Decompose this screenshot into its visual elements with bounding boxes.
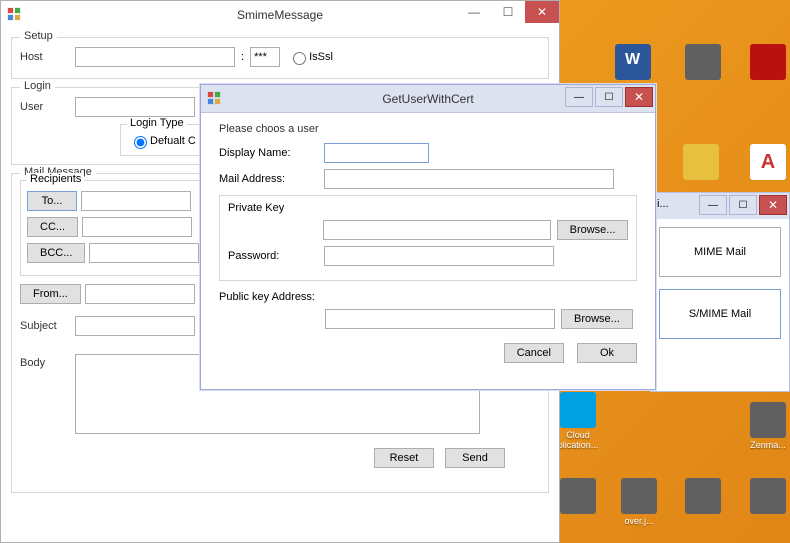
- dlg-close-button[interactable]: ✕: [625, 87, 653, 107]
- body-label: Body: [20, 357, 75, 369]
- rt-minimize-button[interactable]: —: [699, 195, 727, 215]
- public-key-input[interactable]: [325, 309, 555, 329]
- isssl-radio[interactable]: IsSsl: [288, 49, 333, 65]
- smime-mail-button[interactable]: S/MIME Mail: [659, 289, 781, 339]
- dlg-instruction: Please choos a user: [219, 123, 637, 135]
- mail-address-label: Mail Address:: [219, 173, 324, 185]
- public-key-browse-button[interactable]: Browse...: [561, 309, 633, 329]
- right-partial-window: i... — ☐ ✕ MIME Mail S/MIME Mail: [650, 192, 790, 392]
- password-input[interactable]: [324, 246, 554, 266]
- dlg-maximize-button[interactable]: ☐: [595, 87, 623, 107]
- desktop-icon-font[interactable]: A: [745, 144, 790, 182]
- port-input[interactable]: [250, 47, 280, 67]
- host-label: Host: [20, 51, 75, 63]
- bg-titlebar[interactable]: SmimeMessage — ☐ ✕: [1, 1, 559, 29]
- rt-close-button[interactable]: ✕: [759, 195, 787, 215]
- desktop-icon-over[interactable]: over.j...: [616, 478, 662, 526]
- from-input[interactable]: [85, 284, 195, 304]
- from-button[interactable]: From...: [20, 284, 81, 304]
- rt-maximize-button[interactable]: ☐: [729, 195, 757, 215]
- winform-icon: [207, 91, 221, 105]
- display-name-input[interactable]: [324, 143, 429, 163]
- rt-titlebar[interactable]: i... — ☐ ✕: [651, 193, 789, 219]
- public-key-label: Public key Address:: [219, 291, 315, 303]
- to-input[interactable]: [81, 191, 191, 211]
- mail-address-input[interactable]: [324, 169, 614, 189]
- desktop-icon-generic4[interactable]: [745, 478, 790, 516]
- get-user-with-cert-dialog: GetUserWithCert — ☐ ✕ Please choos a use…: [200, 84, 656, 390]
- desktop-icon-zenma[interactable]: Zenma...: [745, 402, 790, 450]
- bcc-button[interactable]: BCC...: [27, 243, 85, 263]
- private-key-browse-button[interactable]: Browse...: [557, 220, 628, 240]
- subject-input[interactable]: [75, 316, 195, 336]
- user-label: User: [20, 101, 75, 113]
- recipients-legend: Recipients: [27, 173, 84, 185]
- private-key-legend: Private Key: [228, 202, 284, 214]
- setup-legend: Setup: [20, 30, 57, 42]
- setup-fieldset: Setup Host : IsSsl: [11, 37, 549, 79]
- desktop-icon-generic3[interactable]: [680, 478, 726, 516]
- desktop-icon-pdf[interactable]: [745, 44, 790, 82]
- port-separator: :: [241, 51, 244, 63]
- display-name-label: Display Name:: [219, 147, 324, 159]
- password-label: Password:: [228, 250, 324, 262]
- send-button[interactable]: Send: [445, 448, 505, 468]
- cc-button[interactable]: CC...: [27, 217, 78, 237]
- rt-title-suffix: i...: [657, 198, 669, 210]
- default-cred-label: Defualt C: [150, 135, 196, 147]
- private-key-fieldset: Private Key Browse... Password:: [219, 195, 637, 281]
- login-type-fieldset: Login Type Defualt C: [120, 124, 205, 156]
- recipients-fieldset: Recipients To... CC... BCC...: [20, 180, 206, 276]
- desktop-icon-cloud[interactable]: Cloud plication...: [555, 392, 601, 450]
- login-legend: Login: [20, 80, 55, 92]
- winform-icon: [7, 7, 21, 21]
- host-input[interactable]: [75, 47, 235, 67]
- desktop-icon-generic[interactable]: [680, 44, 726, 82]
- cc-input[interactable]: [82, 217, 192, 237]
- desktop-icon-word[interactable]: [610, 44, 656, 82]
- desktop-icon-generic2[interactable]: [555, 478, 601, 516]
- mime-mail-button[interactable]: MIME Mail: [659, 227, 781, 277]
- user-input[interactable]: [75, 97, 195, 117]
- dlg-titlebar[interactable]: GetUserWithCert — ☐ ✕: [201, 85, 655, 113]
- cancel-button[interactable]: Cancel: [504, 343, 564, 363]
- bg-minimize-button[interactable]: —: [457, 1, 491, 23]
- bg-close-button[interactable]: ✕: [525, 1, 559, 23]
- bcc-input[interactable]: [89, 243, 199, 263]
- bg-maximize-button[interactable]: ☐: [491, 1, 525, 23]
- dlg-minimize-button[interactable]: —: [565, 87, 593, 107]
- subject-label: Subject: [20, 320, 75, 332]
- reset-button[interactable]: Reset: [374, 448, 434, 468]
- ok-button[interactable]: Ok: [577, 343, 637, 363]
- desktop-icon-gear[interactable]: [678, 144, 724, 182]
- default-cred-radio[interactable]: [134, 136, 147, 149]
- private-key-path-input[interactable]: [323, 220, 551, 240]
- login-type-legend: Login Type: [127, 117, 187, 129]
- to-button[interactable]: To...: [27, 191, 77, 211]
